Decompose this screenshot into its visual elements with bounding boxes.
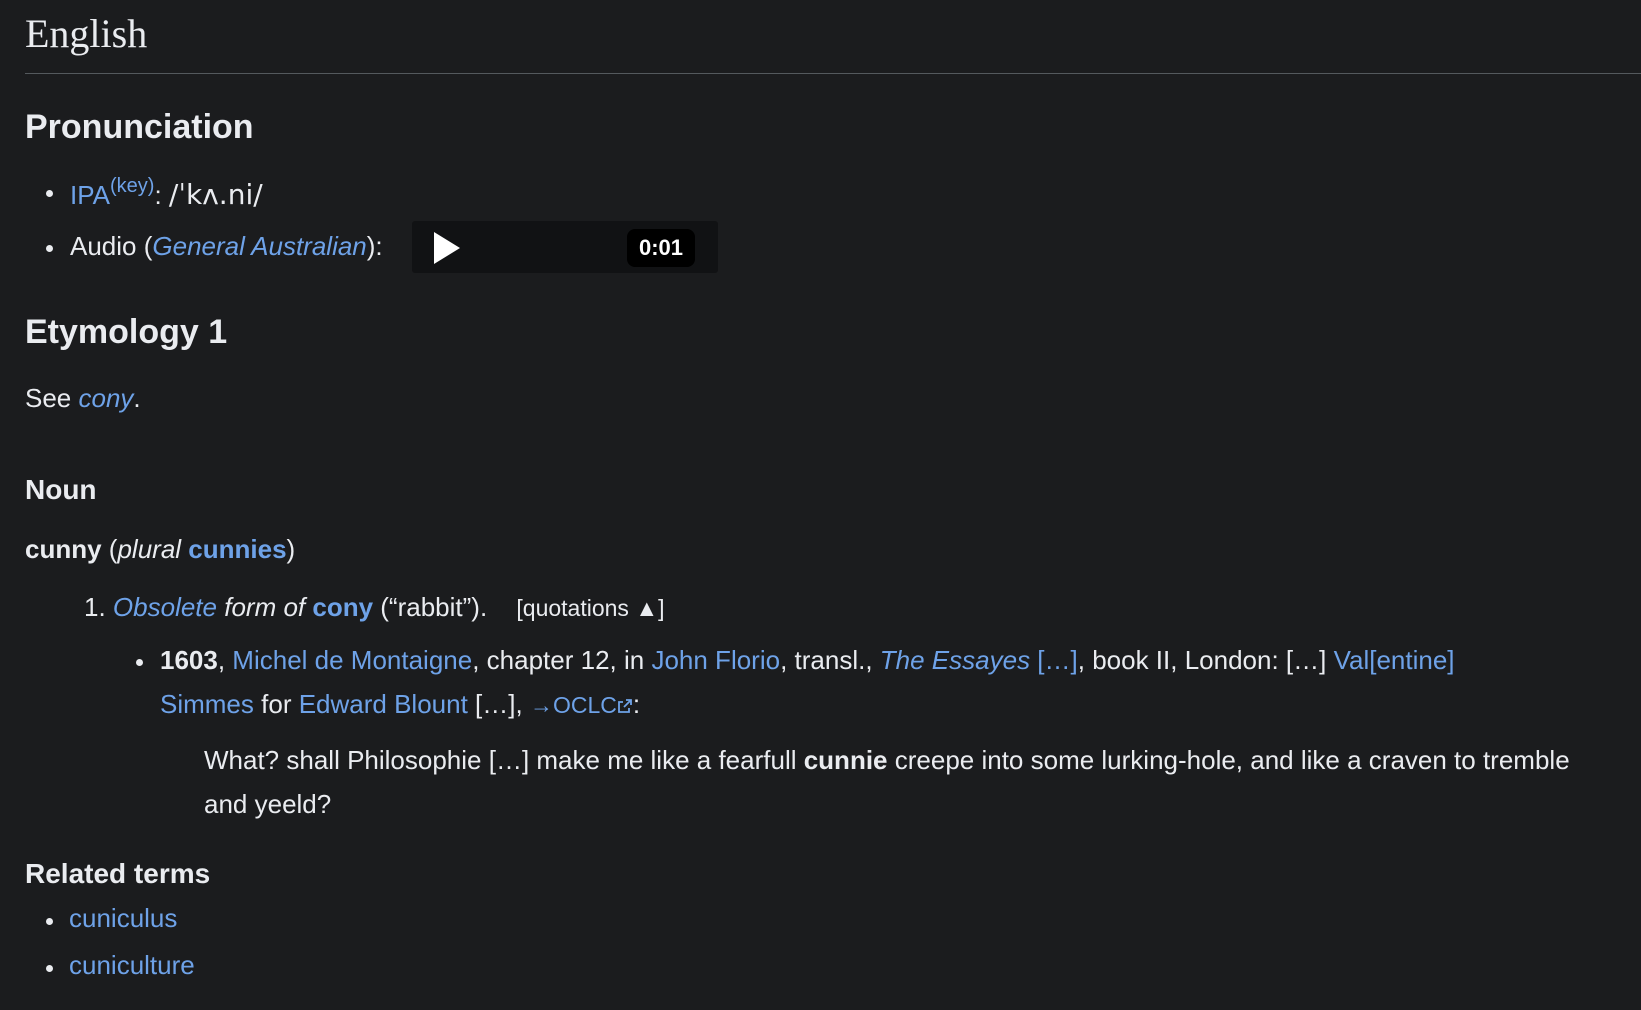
- open-paren: (: [101, 534, 118, 564]
- quote-bold-term: cunnie: [803, 745, 888, 775]
- ellipsis-text: […],: [467, 689, 530, 719]
- close-paren: ): [286, 534, 296, 564]
- translator-link[interactable]: John Florio: [651, 645, 780, 675]
- cony-link[interactable]: cony: [79, 383, 134, 413]
- headword-line: cunny (plural cunnies): [25, 536, 295, 562]
- ipa-line: IPA(key): /ˈkʌ.ni/: [70, 176, 263, 209]
- citation-line-1: 1603, Michel de Montaigne, chapter 12, i…: [160, 647, 1455, 673]
- title-link[interactable]: The Essayes: [880, 645, 1030, 675]
- play-icon[interactable]: [434, 232, 460, 264]
- title-ellipsis-link[interactable]: […]: [1030, 645, 1077, 675]
- entry-page: English Pronunciation IPA(key): /ˈkʌ.ni/…: [0, 0, 1641, 1010]
- quotation-text: What? shall Philosophie […] make me like…: [204, 738, 1584, 826]
- language-heading: English: [25, 11, 148, 56]
- headword: cunny: [25, 534, 102, 564]
- plural-link[interactable]: cunnies: [188, 534, 286, 564]
- citation-line-2: Simmes for Edward Blount […], →OCLC:: [160, 691, 640, 717]
- bullet: [46, 190, 53, 197]
- oclc-label: →OCLC: [529, 692, 617, 718]
- ipa-link[interactable]: IPA: [70, 180, 110, 210]
- bullet: [46, 245, 53, 252]
- pronunciation-heading: Pronunciation: [25, 108, 254, 146]
- related-link-cuniculus[interactable]: cuniculus: [69, 903, 177, 933]
- author-link[interactable]: Michel de Montaigne: [232, 645, 472, 675]
- bullet: [46, 965, 53, 972]
- heading-divider: [25, 73, 1641, 74]
- citation-year: 1603: [160, 645, 218, 675]
- audio-line: Audio (General Australian):: [70, 233, 383, 259]
- related-item: cuniculus: [69, 905, 177, 931]
- see-label: See: [25, 383, 79, 413]
- obsolete-link[interactable]: Obsolete: [113, 592, 217, 622]
- sense-number: 1.: [84, 592, 106, 622]
- oclc-link[interactable]: →OCLC: [530, 692, 633, 718]
- gloss: (“rabbit”).: [373, 592, 488, 622]
- lemma-link[interactable]: cony: [312, 592, 373, 622]
- audio-suffix: ):: [366, 231, 383, 261]
- ipa-value: /ˈkʌ.ni/: [168, 178, 263, 211]
- for-text: for: [253, 689, 299, 719]
- audio-player[interactable]: 0:01: [412, 221, 718, 273]
- sense-line: 1. Obsolete form of cony (“rabbit”). [qu…: [84, 594, 664, 620]
- related-terms-heading: Related terms: [25, 858, 211, 889]
- noun-heading: Noun: [25, 474, 97, 505]
- printer-link-cont[interactable]: Simmes: [160, 689, 254, 719]
- colon: :: [632, 689, 641, 719]
- audio-label: Audio (: [70, 231, 153, 261]
- etymology-text: See cony.: [25, 385, 141, 411]
- transl-text: , transl.,: [780, 645, 880, 675]
- external-link-icon: [617, 699, 632, 713]
- audio-duration: 0:01: [627, 229, 695, 267]
- plural-label: plural: [117, 534, 182, 564]
- ipa-key-link[interactable]: (key): [110, 175, 154, 197]
- accent-link[interactable]: General Australian: [152, 231, 366, 261]
- book-text: , book II, London: […]: [1077, 645, 1334, 675]
- related-item: cuniculture: [69, 952, 195, 978]
- chapter-text: , chapter 12, in: [472, 645, 652, 675]
- ipa-colon: :: [154, 180, 169, 210]
- related-link-cuniculture[interactable]: cuniculture: [69, 950, 195, 980]
- quotations-toggle[interactable]: [quotations ▲]: [516, 595, 664, 621]
- publisher-link[interactable]: Edward Blount: [299, 689, 468, 719]
- bullet: [46, 918, 53, 925]
- etymology-heading: Etymology 1: [25, 313, 228, 351]
- quote-before: What? shall Philosophie […] make me like…: [204, 745, 804, 775]
- period: .: [133, 383, 141, 413]
- bullet: [136, 659, 143, 666]
- form-of-text: form of: [217, 592, 313, 622]
- sep: ,: [217, 645, 233, 675]
- printer-link[interactable]: Val[entine]: [1334, 645, 1455, 675]
